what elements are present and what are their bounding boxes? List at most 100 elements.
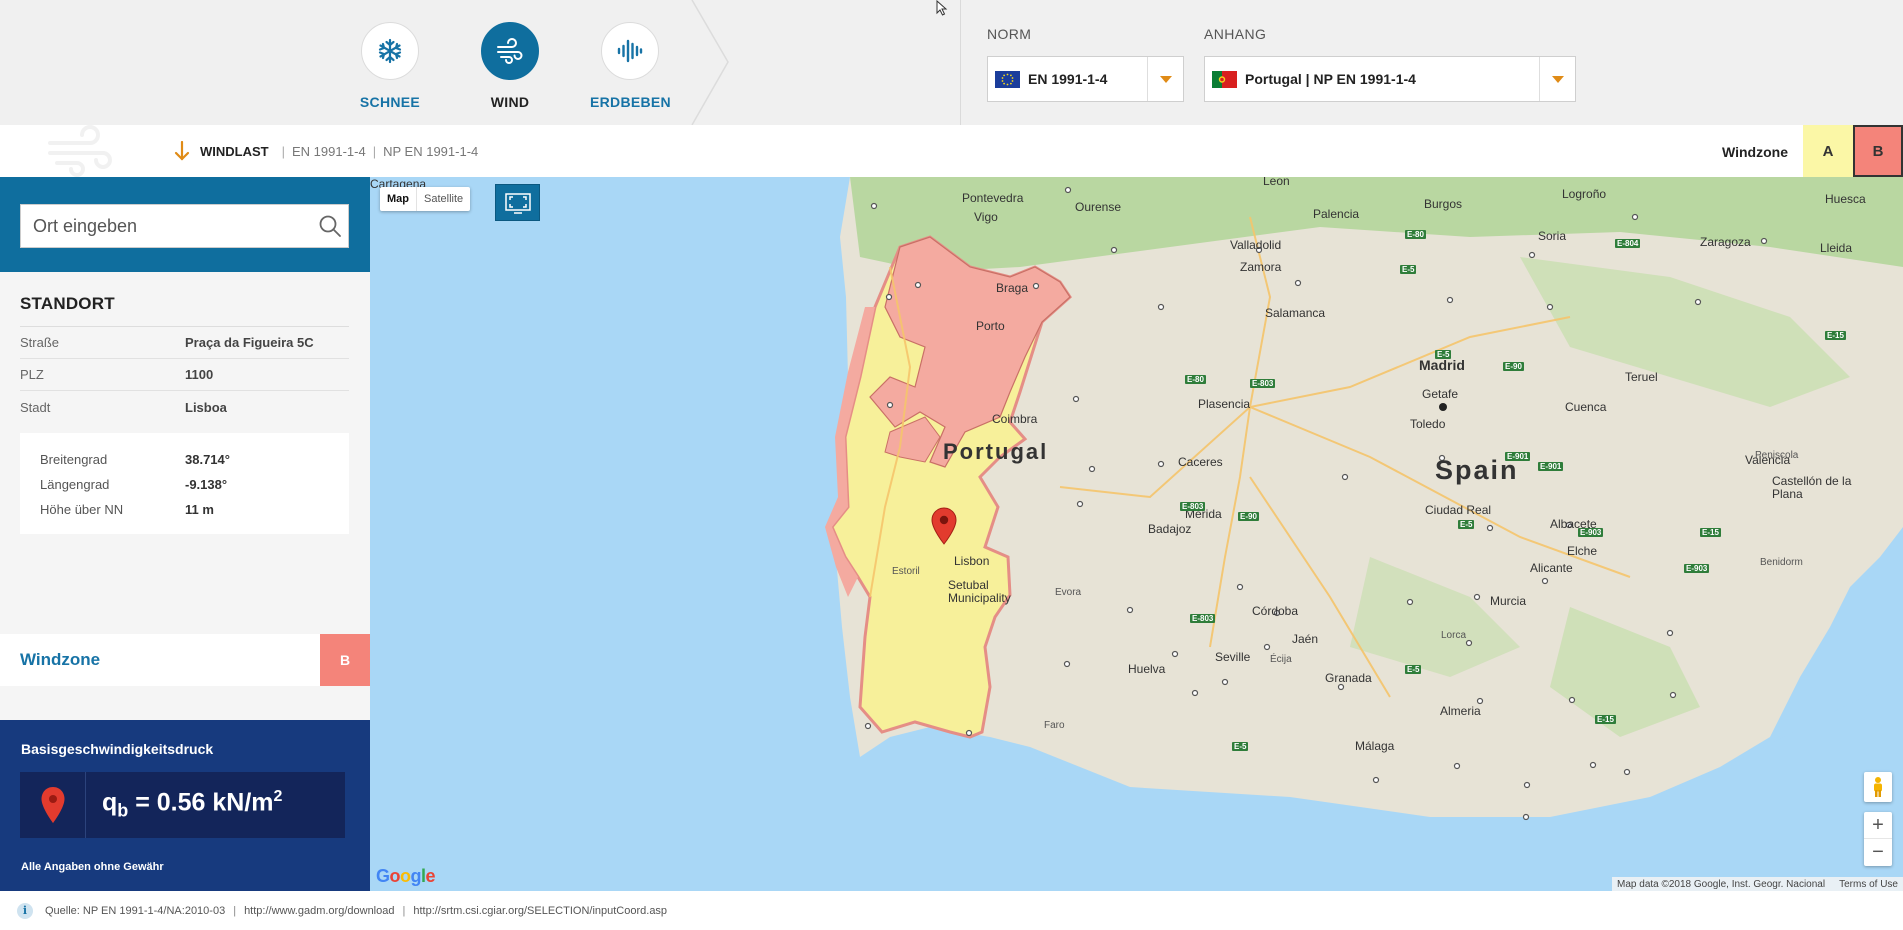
map[interactable]: Portugal Spain Pontevedra Ourense Vigo B…	[370, 177, 1903, 891]
chevron-down-icon[interactable]	[1539, 57, 1575, 101]
map-label-city: Écija	[1270, 654, 1292, 665]
map-type-satellite-button[interactable]: Satellite	[417, 187, 470, 211]
active-tab-indicator	[176, 177, 194, 186]
road-shield: E-5	[1435, 350, 1452, 359]
search-icon[interactable]	[312, 206, 348, 246]
zoom-control: + −	[1864, 812, 1892, 866]
source-link[interactable]: http://www.gadm.org/download	[244, 905, 394, 917]
zone-a-chip[interactable]: A	[1803, 125, 1853, 177]
road-shield: E-901	[1505, 452, 1531, 461]
portugal-flag-icon	[1212, 70, 1237, 88]
anhang-select[interactable]: Portugal | NP EN 1991-1-4	[1204, 56, 1576, 102]
footer: i Quelle: NP EN 1991-1-4/NA:2010-03 | ht…	[0, 891, 1903, 930]
norm-select[interactable]: EN 1991-1-4	[987, 56, 1184, 102]
map-label-city: Getafe	[1422, 387, 1459, 401]
road-shield: E-90	[1503, 362, 1524, 371]
windzone-badge: B	[320, 634, 370, 686]
street-view-button[interactable]	[1864, 772, 1892, 802]
norm-group: NORM EN 1991-1-4	[987, 26, 1184, 102]
map-label-city: Ourense	[1075, 200, 1122, 214]
anhang-title: ANHANG	[1204, 26, 1267, 42]
source-link[interactable]: http://srtm.csi.cgiar.org/SELECTION/inpu…	[413, 905, 667, 917]
zoom-out-button[interactable]: −	[1864, 839, 1892, 866]
mode-label: SCHNEE	[359, 94, 421, 110]
coord-value: 11 m	[185, 502, 214, 517]
map-label-city: Plasencia	[1198, 397, 1251, 411]
map-label-city: Benidorm	[1760, 557, 1803, 568]
location-marker-icon[interactable]	[930, 507, 958, 545]
road-shield: E-903	[1578, 528, 1604, 537]
mode-wind-button[interactable]: WIND	[470, 22, 550, 110]
road-shield: E-901	[1538, 462, 1564, 471]
qb-result-box: qb = 0.56 kN/m2	[20, 772, 345, 838]
map-label-city: Madrid	[1419, 357, 1465, 373]
map-canvas[interactable]	[370, 177, 1903, 891]
mode-label: WIND	[490, 94, 530, 110]
map-label-city: Peniscola	[1755, 450, 1799, 461]
map-label-city: Almeria	[1440, 704, 1481, 718]
map-type-map-button[interactable]: Map	[380, 187, 417, 211]
road-shield: E-15	[1700, 528, 1721, 537]
qb-title: Basisgeschwindigkeitsdruck	[21, 741, 214, 757]
location-search-input[interactable]	[21, 206, 312, 246]
fullscreen-button[interactable]	[495, 184, 540, 221]
map-label-city: Alicante	[1530, 561, 1573, 575]
zoom-in-button[interactable]: +	[1864, 812, 1892, 839]
fullscreen-icon	[504, 192, 531, 214]
map-label-city: Lisbon	[954, 554, 990, 568]
coordinate-row: Breitengrad 38.714°	[40, 447, 329, 472]
mode-label: ERDBEBEN	[590, 94, 671, 110]
chevron-divider-icon	[691, 0, 729, 125]
map-label-city: Lorca	[1441, 630, 1467, 641]
map-label-city: Ciudad Real	[1425, 503, 1492, 517]
chevron-down-icon[interactable]	[1147, 57, 1183, 101]
map-label-city: Castellón de la Plana	[1772, 474, 1852, 501]
standort-title: STANDORT	[20, 294, 349, 327]
mode-schnee-button[interactable]: SCHNEE	[350, 22, 430, 110]
coord-key: Breitengrad	[40, 452, 108, 467]
map-label-city: Leon	[1263, 177, 1290, 188]
map-label-city: Badajoz	[1148, 522, 1192, 536]
map-label-city: Estoril	[892, 566, 920, 577]
map-label-city: Setubal Municipality	[948, 578, 1011, 605]
map-label-city: Toledo	[1410, 417, 1446, 431]
windzone-legend-label: Windzone	[1722, 144, 1788, 160]
wind-watermark-icon	[48, 125, 112, 177]
road-shield: E-5	[1400, 265, 1417, 274]
breadcrumb-section: WINDLAST	[200, 143, 269, 159]
address-row: Straße Praça da Figueira 5C	[20, 327, 349, 359]
mode-erdbeben-button[interactable]: ERDBEBEN	[590, 22, 671, 110]
map-label-city: Braga	[996, 281, 1029, 295]
terms-link[interactable]: Terms of Use	[1839, 879, 1898, 890]
map-type-control: Map Satellite	[380, 187, 471, 211]
map-label-city: Granada	[1325, 671, 1372, 685]
map-label-city: Zaragoza	[1700, 235, 1751, 249]
map-label-city: Jaén	[1292, 632, 1319, 646]
map-label-city: Caceres	[1178, 455, 1223, 469]
road-shield: E-80	[1185, 375, 1206, 384]
qb-value: qb = 0.56 kN/m2	[102, 788, 283, 821]
map-label-city: Huesca	[1825, 192, 1866, 206]
breadcrumb-annex[interactable]: NP EN 1991-1-4	[383, 144, 478, 159]
windzone-row: Windzone B	[0, 634, 370, 686]
breadcrumb-norm[interactable]: EN 1991-1-4	[292, 144, 366, 159]
eu-flag-icon	[995, 70, 1020, 88]
map-label-city: Vigo	[974, 210, 998, 224]
road-shield: E-5	[1458, 520, 1475, 529]
map-label-city: Teruel	[1625, 370, 1658, 384]
source-reference: NP EN 1991-1-4/NA:2010-03	[82, 904, 226, 917]
map-label-city: Murcia	[1490, 594, 1527, 608]
road-shield: E-803	[1190, 614, 1216, 623]
coord-key: Höhe über NN	[40, 502, 124, 517]
road-shield: E-903	[1684, 564, 1710, 573]
map-data-credit: Map data ©2018 Google, Inst. Geogr. Naci…	[1617, 878, 1826, 890]
zone-b-chip[interactable]: B	[1853, 125, 1903, 177]
road-shield: E-803	[1250, 379, 1276, 388]
anhang-group: ANHANG Portugal | NP EN 1991-1-4	[1204, 26, 1576, 102]
row-value: Lisboa	[185, 399, 227, 415]
road-shield: E-80	[1405, 230, 1426, 239]
map-label-portugal: Portugal	[943, 439, 1049, 464]
map-label-city: Lleida	[1820, 241, 1853, 255]
arrow-down-icon	[174, 141, 190, 161]
seismic-icon	[617, 39, 643, 63]
